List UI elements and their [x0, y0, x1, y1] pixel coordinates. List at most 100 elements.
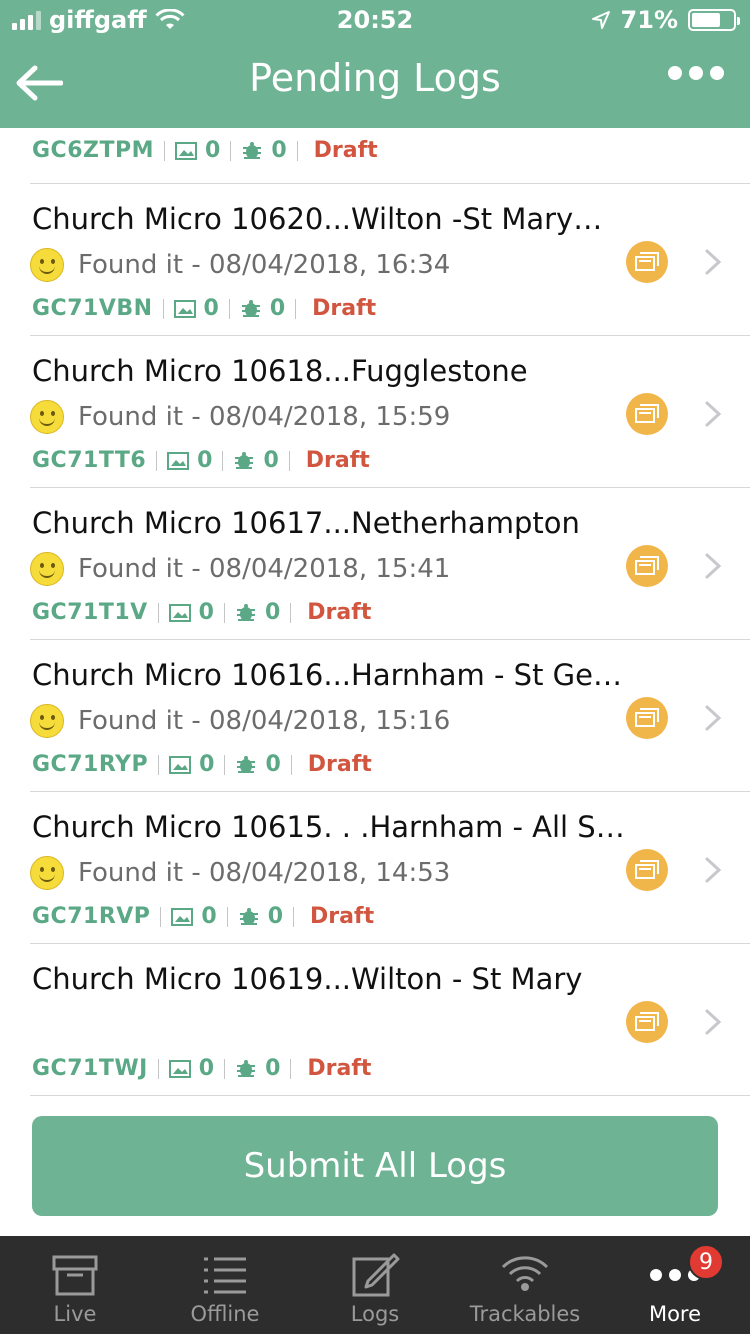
cache-box-icon	[635, 1012, 659, 1031]
trackable-count: 0	[265, 1056, 281, 1081]
bug-icon	[236, 603, 255, 621]
cache-type-icon	[626, 241, 668, 283]
cache-box-icon	[635, 404, 659, 423]
bug-icon	[235, 451, 254, 469]
geocache-code: GC71RVP	[32, 904, 151, 929]
chevron-right-icon	[705, 857, 722, 883]
bug-icon	[241, 299, 260, 317]
battery-icon	[688, 9, 740, 31]
tab-trackables[interactable]: Trackables	[450, 1236, 600, 1334]
divider	[160, 906, 162, 927]
dot	[668, 66, 682, 80]
list-item[interactable]: Church Micro 10619...Wilton - St Mary GC…	[30, 944, 750, 1096]
dot	[689, 66, 703, 80]
log-status: Found it - 08/04/2018, 16:34	[30, 248, 450, 282]
trackable-count: 0	[271, 138, 287, 163]
divider	[224, 1058, 226, 1079]
divider	[230, 140, 232, 161]
divider	[293, 906, 295, 927]
image-count: 0	[201, 904, 217, 929]
draft-status: Draft	[310, 904, 375, 929]
list-item[interactable]: Church Micro 10616...Harnham - St Ge… Fo…	[30, 640, 750, 792]
log-status-text: Found it - 08/04/2018, 14:53	[78, 858, 451, 888]
dot	[710, 66, 724, 80]
log-status: Found it - 08/04/2018, 15:16	[30, 704, 450, 738]
log-status-text: Found it - 08/04/2018, 15:59	[78, 402, 451, 432]
tab-offline[interactable]: Offline	[150, 1236, 300, 1334]
image-icon	[167, 451, 190, 470]
tab-label: Offline	[190, 1302, 260, 1326]
page-title: Pending Logs	[249, 56, 501, 100]
tab-label: Logs	[350, 1302, 400, 1326]
list-item-partial[interactable]: GC6ZTPM 0 0 Draft	[30, 128, 750, 184]
draft-status: Draft	[307, 600, 372, 625]
log-status	[30, 1008, 78, 1042]
tab-live[interactable]: Live	[0, 1236, 150, 1334]
divider	[162, 298, 164, 319]
log-title: Church Micro 10616...Harnham - St Ge…	[32, 658, 622, 692]
geocache-code: GC71TWJ	[32, 1056, 148, 1081]
divider	[156, 450, 158, 471]
draft-status: Draft	[307, 752, 372, 777]
log-title: Church Micro 10615. . .Harnham - All S…	[32, 810, 625, 844]
cache-type-icon	[626, 1001, 668, 1043]
image-count: 0	[197, 448, 213, 473]
log-status: Found it - 08/04/2018, 15:59	[30, 400, 450, 434]
edit-icon	[352, 1253, 400, 1297]
image-count: 0	[198, 600, 214, 625]
list-item[interactable]: Church Micro 10617...Netherhampton Found…	[30, 488, 750, 640]
signal-icon	[501, 1256, 549, 1291]
log-title: Church Micro 10619...Wilton - St Mary	[32, 962, 583, 996]
divider	[223, 602, 225, 623]
tab-more[interactable]: 9 More	[600, 1236, 750, 1334]
tab-label: More	[648, 1302, 702, 1326]
divider	[157, 1058, 159, 1079]
box-icon	[52, 1255, 98, 1296]
divider	[290, 1058, 292, 1079]
list-icon	[204, 1257, 246, 1294]
submit-all-logs-button[interactable]: Submit All Logs	[32, 1116, 718, 1216]
location-arrow-icon	[591, 11, 610, 29]
list-item[interactable]: Church Micro 10620...Wilton -St Mary… Fo…	[30, 184, 750, 336]
list-item[interactable]: Church Micro 10615. . .Harnham - All S… …	[30, 792, 750, 944]
cache-box-icon	[635, 860, 659, 879]
draft-status: Draft	[307, 1056, 372, 1081]
tab-logs[interactable]: Logs	[300, 1236, 450, 1334]
chevron-right-icon	[705, 249, 722, 275]
chevron-right-icon	[705, 1009, 722, 1035]
notification-badge: 9	[688, 1244, 724, 1280]
trackable-count: 0	[264, 600, 281, 625]
trackable-count: 0	[263, 448, 279, 473]
divider	[164, 140, 165, 161]
trackable-count: 0	[269, 296, 286, 321]
divider	[158, 754, 160, 775]
image-icon	[173, 299, 196, 318]
cache-box-icon	[635, 252, 659, 271]
image-icon	[169, 755, 192, 774]
image-icon	[175, 141, 197, 160]
log-meta: GC6ZTPM 0 0 Draft	[32, 138, 378, 163]
list-item[interactable]: Church Micro 10618...Fugglestone Found i…	[30, 336, 750, 488]
log-status: Found it - 08/04/2018, 15:41	[30, 552, 450, 586]
image-count: 0	[205, 138, 221, 163]
image-count: 0	[199, 752, 215, 777]
log-title: Church Micro 10620...Wilton -St Mary…	[32, 202, 603, 236]
draft-status: Draft	[313, 138, 378, 163]
log-meta: GC71TT6 0 0 Draft	[32, 448, 370, 473]
chevron-right-icon	[705, 705, 722, 731]
cache-box-icon	[635, 708, 659, 727]
log-meta: GC71RVP 0 0 Draft	[32, 904, 374, 929]
divider	[226, 906, 228, 927]
divider	[290, 602, 292, 623]
divider	[296, 140, 298, 161]
image-count: 0	[198, 1056, 215, 1081]
draft-status: Draft	[305, 448, 370, 473]
divider	[290, 754, 292, 775]
trackable-count: 0	[267, 904, 284, 929]
app-header: giffgaff 20:52 71% Pending Logs	[0, 0, 750, 128]
found-smiley-icon	[30, 856, 64, 890]
bug-icon	[239, 907, 258, 925]
draft-status: Draft	[312, 296, 377, 321]
log-meta: GC71VBN 0 0 Draft	[32, 296, 376, 321]
more-options-button[interactable]	[668, 66, 724, 80]
